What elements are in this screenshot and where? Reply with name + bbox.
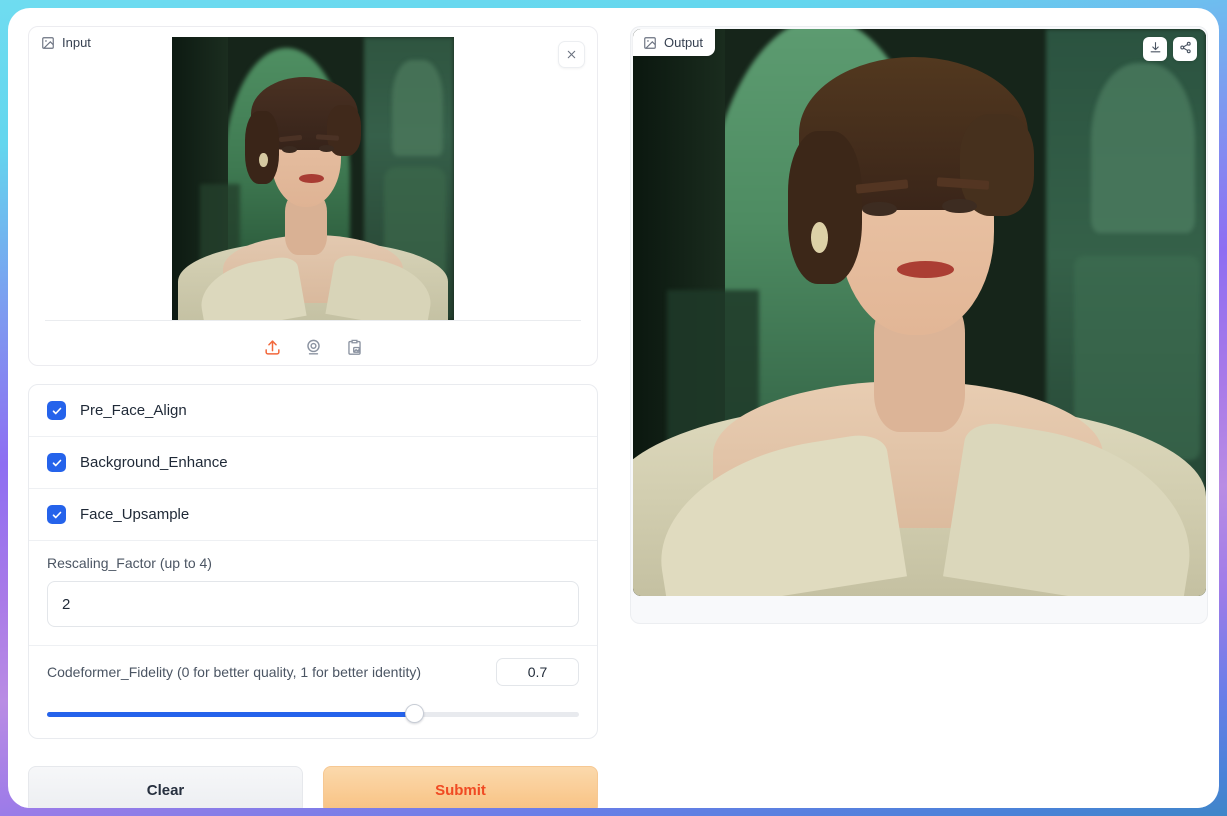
clear-image-button[interactable] — [558, 41, 585, 68]
clipboard-paste-icon[interactable] — [345, 338, 364, 357]
slider-track-fill — [47, 712, 414, 717]
input-panel-label: Input — [62, 35, 91, 50]
settings-card: Pre_Face_Align Background_Enhance Face_U… — [28, 384, 598, 739]
download-icon — [1149, 41, 1162, 57]
share-icon — [1179, 41, 1192, 57]
checkbox-label: Background_Enhance — [80, 454, 228, 471]
clear-button[interactable]: Clear — [28, 766, 303, 808]
codeformer-fidelity-field: Codeformer_Fidelity (0 for better qualit… — [29, 646, 597, 738]
output-image-panel[interactable]: Output — [630, 26, 1208, 624]
submit-button[interactable]: Submit — [323, 766, 598, 808]
left-column: Input — [28, 26, 606, 808]
rescaling-factor-input[interactable] — [47, 581, 579, 627]
codeformer-fidelity-value-input[interactable] — [496, 658, 579, 686]
close-icon — [566, 47, 577, 63]
checkbox-label: Face_Upsample — [80, 506, 189, 523]
upload-icon[interactable] — [263, 338, 282, 357]
image-icon — [643, 36, 657, 50]
output-actions — [1143, 37, 1197, 61]
input-image[interactable] — [172, 37, 454, 320]
output-image[interactable] — [633, 29, 1206, 596]
app-root: Input — [20, 18, 1215, 808]
right-column: Output — [630, 26, 1208, 626]
page-shell: Input — [8, 8, 1219, 808]
download-button[interactable] — [1143, 37, 1167, 61]
output-panel-label: Output — [664, 35, 703, 50]
codeformer-fidelity-slider[interactable] — [47, 706, 579, 722]
checkbox-row-face-upsample[interactable]: Face_Upsample — [29, 489, 597, 541]
input-toolbar — [29, 327, 597, 366]
input-panel-tag: Input — [31, 29, 103, 56]
checkbox-checked-icon[interactable] — [47, 505, 66, 524]
checkbox-checked-icon[interactable] — [47, 401, 66, 420]
checkbox-label: Pre_Face_Align — [80, 402, 187, 419]
input-divider — [45, 320, 581, 321]
slider-thumb[interactable] — [405, 704, 424, 723]
checkbox-checked-icon[interactable] — [47, 453, 66, 472]
output-panel-tag: Output — [633, 29, 715, 56]
rescaling-factor-label: Rescaling_Factor (up to 4) — [47, 555, 579, 571]
checkbox-row-pre-face-align[interactable]: Pre_Face_Align — [29, 385, 597, 437]
webcam-icon[interactable] — [304, 338, 323, 357]
share-button[interactable] — [1173, 37, 1197, 61]
rescaling-factor-field: Rescaling_Factor (up to 4) — [29, 541, 597, 646]
input-image-panel[interactable]: Input — [28, 26, 598, 366]
codeformer-fidelity-label: Codeformer_Fidelity (0 for better qualit… — [47, 664, 421, 680]
image-icon — [41, 36, 55, 50]
checkbox-row-background-enhance[interactable]: Background_Enhance — [29, 437, 597, 489]
action-buttons: Clear Submit — [28, 766, 598, 808]
